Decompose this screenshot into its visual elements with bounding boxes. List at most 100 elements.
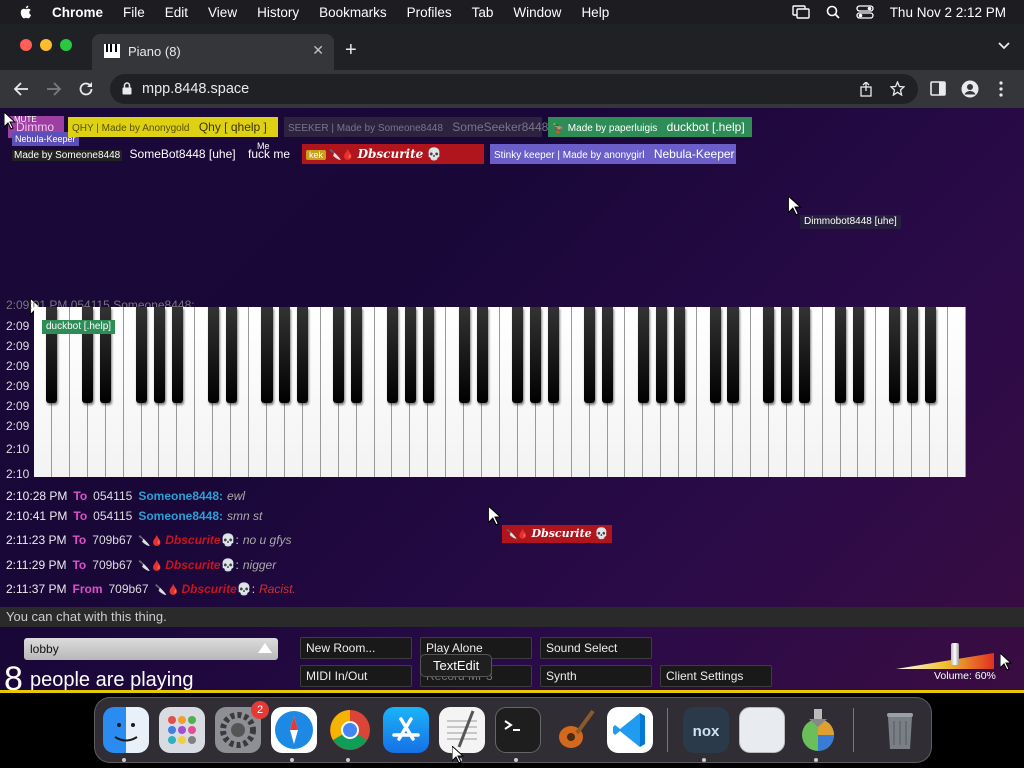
finder-icon[interactable] xyxy=(103,707,149,753)
dock-tooltip: TextEdit xyxy=(420,654,493,677)
share-icon[interactable] xyxy=(860,82,872,97)
piano-black-key[interactable] xyxy=(852,307,864,403)
launchpad-icon[interactable] xyxy=(159,707,205,753)
close-window-button[interactable] xyxy=(20,39,32,51)
participant-qhy[interactable]: QHY | Made by Anonygold Qhy [ qhelp ] xyxy=(68,117,278,137)
sound-select-button[interactable]: Sound Select xyxy=(540,637,652,659)
piano-black-key[interactable] xyxy=(404,307,416,403)
app-store-icon[interactable] xyxy=(383,707,429,753)
preview-icon[interactable] xyxy=(739,707,785,753)
piano-black-key[interactable] xyxy=(709,307,721,403)
chrome-icon[interactable] xyxy=(327,707,373,753)
piano-black-key[interactable] xyxy=(512,307,524,403)
synth-button[interactable]: Synth xyxy=(540,665,652,687)
chat-direction: To xyxy=(72,558,87,572)
piano-black-key[interactable] xyxy=(225,307,237,403)
profile-avatar-icon[interactable] xyxy=(961,80,979,98)
piano-black-key[interactable] xyxy=(476,307,488,403)
new-tab-button[interactable]: + xyxy=(345,38,357,62)
participant-dbscurite[interactable]: kek 🔪🩸 Dbscurite 💀 xyxy=(302,144,484,164)
lock-icon[interactable] xyxy=(122,82,132,95)
piano-black-key[interactable] xyxy=(548,307,560,403)
system-settings-icon[interactable]: 2 xyxy=(215,701,269,753)
piano-black-key[interactable] xyxy=(637,307,649,403)
volume-slider[interactable] xyxy=(896,647,996,671)
midi-button[interactable]: MIDI In/Out xyxy=(300,665,412,687)
piano-black-key[interactable] xyxy=(279,307,291,403)
piano-black-key[interactable] xyxy=(655,307,667,403)
participant-me[interactable]: Me fuck me xyxy=(244,141,296,164)
chat-input[interactable]: You can chat with this thing. xyxy=(0,607,1024,627)
participant-somebot[interactable]: Made by Someone8448 SomeBot8448 [uhe] xyxy=(8,144,236,164)
piano-black-key[interactable] xyxy=(781,307,793,403)
client-settings-button[interactable]: Client Settings xyxy=(660,665,772,687)
safari-icon[interactable] xyxy=(271,707,317,753)
piano-black-key[interactable] xyxy=(333,307,345,403)
screen-mirroring-icon[interactable] xyxy=(791,5,810,19)
piano-black-key[interactable] xyxy=(888,307,900,403)
piano-black-key[interactable] xyxy=(763,307,775,403)
back-icon[interactable] xyxy=(13,81,29,97)
tab-piano[interactable]: Piano (8) ✕ xyxy=(92,34,334,70)
piano-black-key[interactable] xyxy=(906,307,918,403)
piano-black-key[interactable] xyxy=(673,307,685,403)
piano-black-key[interactable] xyxy=(727,307,739,403)
menu-window[interactable]: Window xyxy=(513,5,561,20)
piano-black-key[interactable] xyxy=(458,307,470,403)
participant-someseeker[interactable]: SEEKER | Made by Someone8448 SomeSeeker8… xyxy=(284,117,548,137)
menu-profiles[interactable]: Profiles xyxy=(407,5,452,20)
participant-duckbot[interactable]: 🦆 Made by paperluigis duckbot [.help] xyxy=(548,117,752,137)
apple-icon[interactable] xyxy=(18,4,34,20)
piano-black-key[interactable] xyxy=(601,307,614,403)
menu-tab[interactable]: Tab xyxy=(472,5,494,20)
installer-icon[interactable] xyxy=(795,707,841,753)
bookmark-star-icon[interactable] xyxy=(890,81,905,96)
piano-black-key[interactable] xyxy=(351,307,363,403)
piano-black-key[interactable] xyxy=(171,307,183,403)
volume-knob[interactable] xyxy=(950,643,959,665)
control-center-icon[interactable] xyxy=(856,5,874,19)
piano-black-key[interactable] xyxy=(530,307,542,403)
close-tab-icon[interactable]: ✕ xyxy=(312,42,324,59)
forward-icon[interactable] xyxy=(46,81,62,97)
url-text[interactable]: mpp.8448.space xyxy=(142,81,249,97)
menu-view[interactable]: View xyxy=(208,5,237,20)
piano-black-key[interactable] xyxy=(207,307,219,403)
tab-search-chevron-icon[interactable] xyxy=(998,42,1010,50)
cursor-label-duckbot: duckbot [.help] xyxy=(42,320,116,334)
piano-black-key[interactable] xyxy=(261,307,273,403)
piano-white-key[interactable] xyxy=(948,307,966,477)
menu-history[interactable]: History xyxy=(257,5,299,20)
reload-icon[interactable] xyxy=(78,81,94,97)
piano-black-key[interactable] xyxy=(135,307,148,403)
piano-black-key[interactable] xyxy=(584,307,596,403)
side-panel-icon[interactable] xyxy=(930,81,946,96)
piano-black-key[interactable] xyxy=(834,307,847,403)
menu-help[interactable]: Help xyxy=(581,5,609,20)
terminal-icon[interactable] xyxy=(495,707,541,753)
participant-nebula-keeper[interactable]: Stinky keeper | Made by anonygirl Nebula… xyxy=(490,144,736,164)
menu-bookmarks[interactable]: Bookmarks xyxy=(319,5,387,20)
menu-file[interactable]: File xyxy=(123,5,145,20)
piano-black-key[interactable] xyxy=(297,307,309,403)
spotlight-search-icon[interactable] xyxy=(826,5,840,19)
address-bar[interactable]: mpp.8448.space xyxy=(110,74,918,104)
room-select[interactable]: lobby xyxy=(24,638,278,660)
piano-black-key[interactable] xyxy=(153,307,165,403)
minimize-window-button[interactable] xyxy=(40,39,52,51)
menu-clock[interactable]: Thu Nov 2 2:12 PM xyxy=(890,5,1006,20)
piano-black-key[interactable] xyxy=(386,307,398,403)
piano-black-key[interactable] xyxy=(799,307,811,403)
menu-edit[interactable]: Edit xyxy=(165,5,188,20)
nox-icon[interactable]: nox xyxy=(683,707,729,753)
zoom-window-button[interactable] xyxy=(60,39,72,51)
piano-black-key[interactable] xyxy=(924,307,936,403)
menu-app-name[interactable]: Chrome xyxy=(52,5,103,20)
piano-keyboard[interactable] xyxy=(34,307,966,477)
new-room-button[interactable]: New Room... xyxy=(300,637,412,659)
more-menu-icon[interactable] xyxy=(998,81,1004,97)
garageband-icon[interactable] xyxy=(551,707,597,753)
piano-black-key[interactable] xyxy=(422,307,434,403)
vscode-icon[interactable] xyxy=(607,707,653,753)
trash-icon[interactable] xyxy=(877,707,923,753)
